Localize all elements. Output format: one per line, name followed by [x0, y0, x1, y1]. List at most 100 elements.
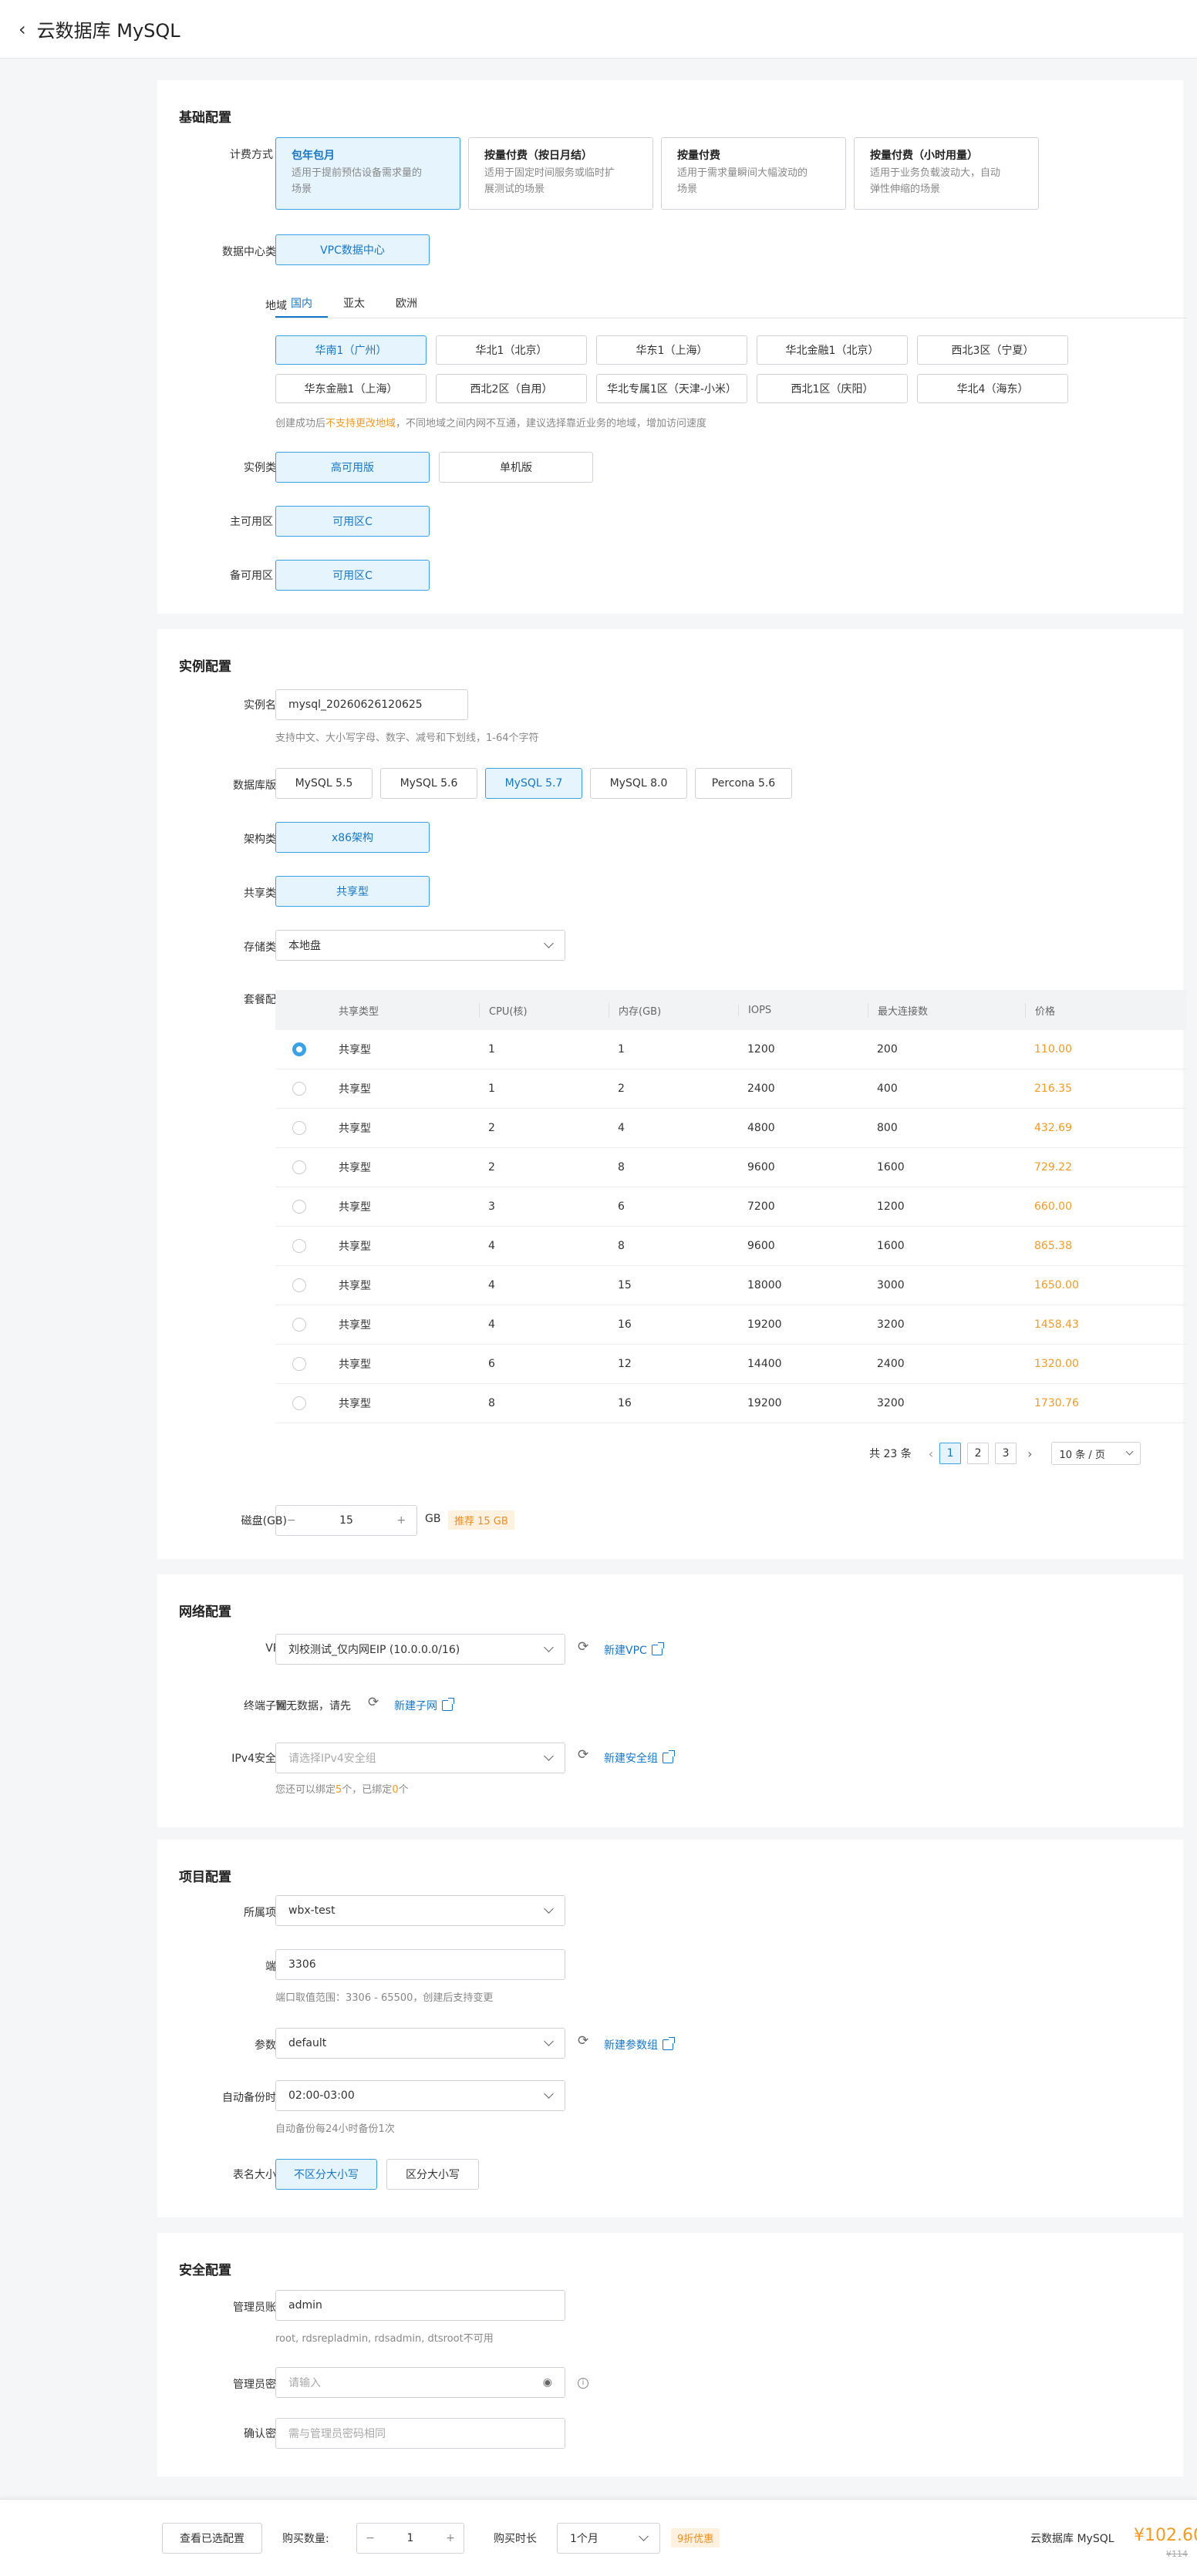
table-cell: 432.69 [1034, 1122, 1072, 1134]
radio-button[interactable] [292, 1200, 306, 1214]
tab-apac[interactable]: 亚太 [328, 289, 380, 318]
table-cell: 19200 [747, 1397, 782, 1409]
vpc-select[interactable]: 刘校测试_仅内网EIP (10.0.0.0/16) [275, 1634, 565, 1665]
region-option[interactable]: 西北1区（庆阳） [757, 374, 908, 403]
table-row[interactable]: 共享型 8 16 19200 3200 1730.76 [275, 1384, 1187, 1423]
refresh-icon[interactable]: ⟳ [578, 2033, 588, 2049]
next-page-icon[interactable]: › [1027, 1446, 1032, 1461]
version-option[interactable]: MySQL 5.5 [275, 768, 373, 799]
region-option[interactable]: 华北专属1区（天津-小米） [596, 374, 747, 403]
quantity-stepper[interactable]: − 1 + [356, 2523, 464, 2554]
refresh-icon[interactable]: ⟳ [578, 1747, 588, 1763]
package-label: 套餐配置 [244, 994, 287, 1006]
backup-zone-option[interactable]: 可用区C [275, 560, 430, 591]
disk-value[interactable]: 15 [307, 1514, 386, 1527]
table-row[interactable]: 共享型 2 8 9600 1600 729.22 [275, 1148, 1187, 1187]
region-option[interactable]: 华东1（上海） [596, 335, 747, 365]
radio-button[interactable] [292, 1160, 306, 1174]
radio-button[interactable] [292, 1318, 306, 1332]
new-param-link[interactable]: 新建参数组 [604, 2037, 675, 2052]
port-input[interactable]: 3306 [275, 1949, 565, 1980]
region-option[interactable]: 华南1（广州） [275, 335, 427, 365]
eye-off-icon[interactable]: ◉ [543, 2376, 552, 2389]
instance-type-ha[interactable]: 高可用版 [275, 452, 430, 483]
version-option[interactable]: Percona 5.6 [695, 768, 792, 799]
disk-stepper[interactable]: − 15 + [275, 1505, 417, 1536]
primary-zone-option[interactable]: 可用区C [275, 506, 430, 537]
region-option[interactable]: 华北1（北京） [436, 335, 587, 365]
version-option[interactable]: MySQL 8.0 [590, 768, 687, 799]
project-select[interactable]: wbx-test [275, 1895, 565, 1926]
page-button[interactable]: 3 [995, 1443, 1017, 1464]
table-row[interactable]: 共享型 4 16 19200 3200 1458.43 [275, 1305, 1187, 1345]
minus-icon[interactable]: − [276, 1514, 307, 1527]
instance-name-input[interactable]: mysql_20260626120625 [275, 689, 468, 720]
table-cell: 729.22 [1034, 1161, 1072, 1174]
external-link-icon [442, 1698, 454, 1711]
radio-button[interactable] [292, 1121, 306, 1135]
info-icon[interactable]: i [578, 2378, 588, 2389]
column-header: 价格 [1025, 1002, 1187, 1018]
radio-button[interactable] [292, 1396, 306, 1410]
new-vpc-link[interactable]: 新建VPC [604, 1642, 664, 1658]
refresh-icon[interactable]: ⟳ [368, 1695, 379, 1710]
plus-icon[interactable]: + [437, 2532, 464, 2544]
billing-option-daily[interactable]: 按量付费（按日月结） 适用于固定时间服务或临时扩 展测试的场景 [468, 137, 653, 210]
radio-button[interactable] [292, 1042, 306, 1056]
storage-select[interactable]: 本地盘 [275, 930, 565, 961]
arch-option[interactable]: x86架构 [275, 822, 430, 853]
admin-input[interactable]: admin [275, 2290, 565, 2321]
radio-button[interactable] [292, 1278, 306, 1292]
confirm-password-input[interactable]: 需与管理员密码相同 [275, 2418, 565, 2449]
prev-page-icon[interactable]: ‹ [929, 1446, 933, 1461]
back-arrow-icon[interactable]: ‹ [19, 19, 26, 40]
tab-europe[interactable]: 欧洲 [380, 289, 433, 318]
backup-time-select[interactable]: 02:00-03:00 [275, 2080, 565, 2111]
table-row[interactable]: 共享型 1 1 1200 200 110.00 [275, 1030, 1187, 1069]
radio-button[interactable] [292, 1082, 306, 1096]
table-cell: 共享型 [339, 1123, 371, 1135]
plus-icon[interactable]: + [386, 1514, 416, 1527]
tab-domestic[interactable]: 国内 [275, 289, 328, 318]
refresh-icon[interactable]: ⟳ [578, 1639, 588, 1655]
chevron-down-icon [544, 2036, 554, 2046]
share-label: 共享类型 [244, 887, 287, 900]
region-option[interactable]: 西北3区（宁夏） [917, 335, 1068, 365]
share-option[interactable]: 共享型 [275, 876, 430, 907]
region-option[interactable]: 华北金融1（北京） [757, 335, 908, 365]
new-sg-link[interactable]: 新建安全组 [604, 1750, 675, 1766]
table-row[interactable]: 共享型 4 15 18000 3000 1650.00 [275, 1266, 1187, 1305]
discount-badge: 9折优惠 [671, 2528, 720, 2547]
case-insensitive-option[interactable]: 不区分大小写 [275, 2159, 377, 2190]
region-option[interactable]: 华东金融1（上海） [275, 374, 427, 403]
column-header: 共享类型 [339, 1005, 379, 1018]
billing-option-usage[interactable]: 按量付费 适用于需求量瞬间大幅波动的 场景 [661, 137, 846, 210]
view-selected-button[interactable]: 查看已选配置 [162, 2523, 262, 2554]
table-row[interactable]: 共享型 6 12 14400 2400 1320.00 [275, 1345, 1187, 1384]
new-subnet-link[interactable]: 新建子网 [394, 1698, 454, 1713]
table-row[interactable]: 共享型 3 6 7200 1200 660.00 [275, 1187, 1187, 1227]
version-option[interactable]: MySQL 5.7 [485, 768, 582, 799]
page-size-select[interactable]: 10 条 / 页 [1050, 1442, 1141, 1465]
table-row[interactable]: 共享型 4 8 9600 1600 865.38 [275, 1227, 1187, 1266]
sg-select[interactable]: 请选择IPv4安全组 [275, 1743, 565, 1773]
table-row[interactable]: 共享型 1 2 2400 400 216.35 [275, 1069, 1187, 1109]
table-row[interactable]: 共享型 2 4 4800 800 432.69 [275, 1109, 1187, 1148]
password-input[interactable]: 请输入 ◉ [275, 2367, 565, 2398]
region-option[interactable]: 华北4（海东） [917, 374, 1068, 403]
page-button[interactable]: 2 [967, 1443, 990, 1464]
billing-option-monthly[interactable]: 包年包月 适用于提前预估设备需求量的 场景 [275, 137, 460, 210]
minus-icon[interactable]: − [357, 2532, 383, 2544]
version-option[interactable]: MySQL 5.6 [380, 768, 477, 799]
radio-button[interactable] [292, 1357, 306, 1371]
param-select[interactable]: default [275, 2028, 565, 2059]
instance-type-single[interactable]: 单机版 [439, 452, 593, 483]
dc-option-vpc[interactable]: VPC数据中心 [275, 234, 430, 265]
region-option[interactable]: 西北2区（自用） [436, 374, 587, 403]
page-button[interactable]: 1 [939, 1443, 962, 1464]
case-sensitive-option[interactable]: 区分大小写 [386, 2159, 479, 2190]
quantity-value[interactable]: 1 [383, 2532, 437, 2544]
duration-select[interactable]: 1个月 [557, 2523, 660, 2554]
radio-button[interactable] [292, 1239, 306, 1253]
billing-option-hourly[interactable]: 按量付费（小时用量） 适用于业务负载波动大，自动 弹性伸缩的场景 [854, 137, 1039, 210]
